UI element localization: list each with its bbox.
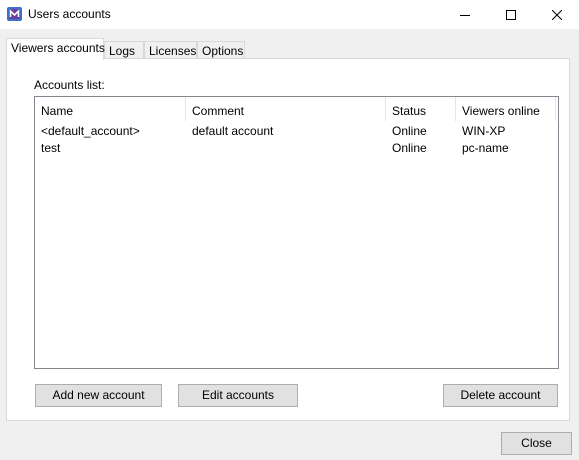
accounts-listview[interactable]: Name Comment Status Viewers online <defa… [34,96,559,369]
maximize-button[interactable] [488,0,534,29]
tab-options[interactable]: Options [197,41,245,58]
delete-account-button[interactable]: Delete account [443,384,558,407]
cell-name: test [41,141,61,155]
edit-accounts-button[interactable]: Edit accounts [178,384,298,407]
column-header-status[interactable]: Status [386,97,456,121]
tab-label: Options [202,44,244,58]
tab-label: Licenses [149,44,197,58]
tab-label: Viewers accounts [11,41,105,55]
title-bar: Users accounts [0,0,579,29]
column-header-name[interactable]: Name [35,97,186,121]
minimize-icon [460,14,470,16]
column-header-viewers-online[interactable]: Viewers online [456,97,556,121]
cell-comment [186,140,192,157]
minimize-button[interactable] [442,0,488,29]
tab-label: Logs [109,44,136,58]
cell-status: Online [392,141,427,155]
close-window-button[interactable] [534,0,579,29]
close-button[interactable]: Close [501,432,572,455]
add-new-account-button[interactable]: Add new account [35,384,162,407]
column-header-comment[interactable]: Comment [186,97,386,121]
tab-viewers-accounts[interactable]: Viewers accounts [6,38,105,60]
cell-comment: default account [192,124,274,138]
app-logo-icon [7,6,22,22]
listview-header: Name Comment Status Viewers online [35,97,558,121]
maximize-icon [506,9,516,20]
table-row[interactable]: <default_account> default account Online… [35,123,558,140]
close-icon [552,9,562,20]
tab-licenses[interactable]: Licenses [144,41,197,58]
accounts-list-label: Accounts list: [34,78,105,92]
cell-status: Online [392,124,427,138]
cell-viewers: WIN-XP [462,124,506,138]
window-title: Users accounts [28,7,111,21]
cell-viewers: pc-name [462,141,509,155]
table-row[interactable]: test Online pc-name [35,140,558,157]
cell-name: <default_account> [41,124,140,138]
tab-logs[interactable]: Logs [104,41,144,58]
